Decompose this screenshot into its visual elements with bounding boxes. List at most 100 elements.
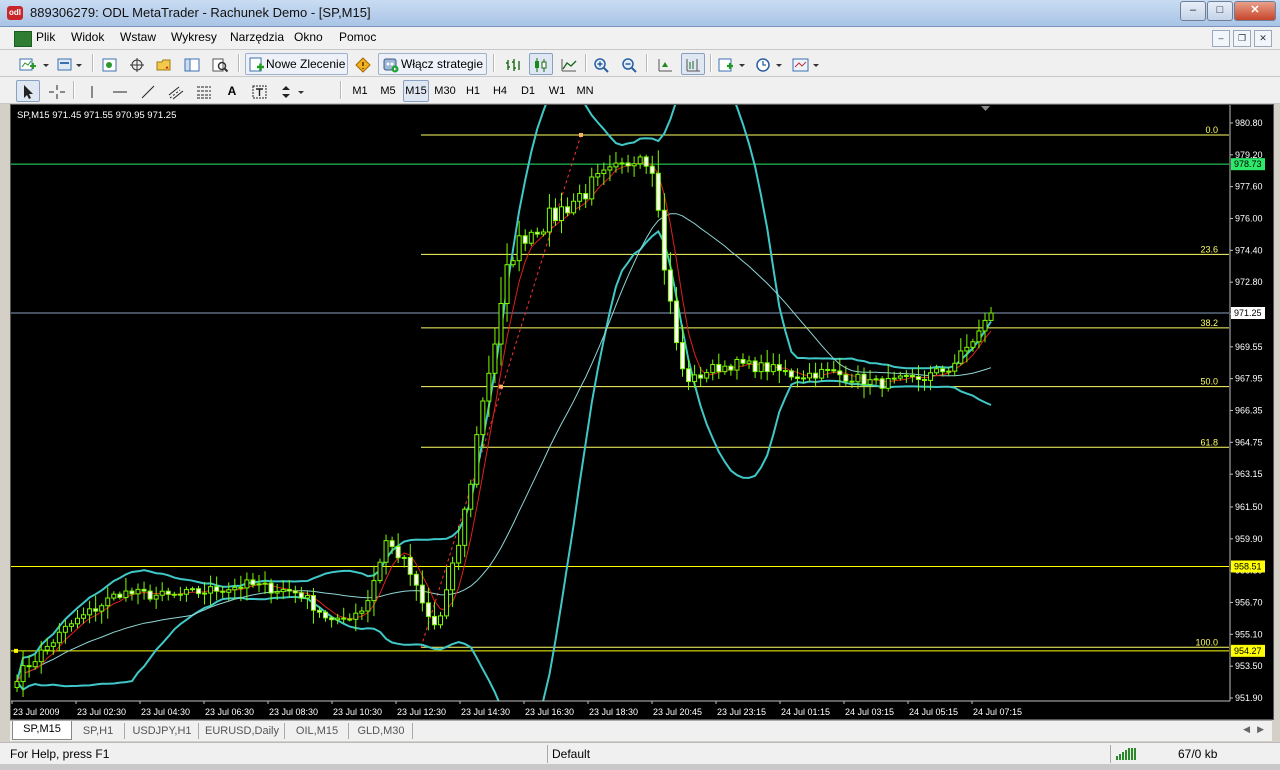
candle-body: [286, 588, 292, 592]
connection-status-icon[interactable]: [1116, 748, 1140, 760]
candle-body: [365, 600, 371, 612]
indicators-button[interactable]: [716, 53, 750, 75]
mdi-restore-button[interactable]: ❐: [1233, 30, 1251, 47]
menu-narzedzia[interactable]: Narzędzia: [230, 30, 284, 44]
horizontal-line-button[interactable]: [108, 80, 132, 102]
market-watch-button[interactable]: [98, 53, 122, 75]
timeframe-mn[interactable]: MN: [572, 80, 598, 102]
navigator-button[interactable]: [125, 53, 149, 75]
vertical-line-button[interactable]: [80, 80, 104, 102]
candle-body: [855, 373, 861, 383]
candle-body: [813, 372, 819, 379]
timeframe-w1[interactable]: W1: [544, 80, 570, 102]
tab-usdjpy-h1[interactable]: USDJPY,H1: [126, 723, 199, 739]
timeframe-d1[interactable]: D1: [516, 80, 540, 102]
candle-body: [425, 602, 431, 617]
candle-body: [613, 162, 619, 168]
tabs-scroll-right-icon[interactable]: ▶: [1257, 724, 1264, 735]
candle-body: [304, 595, 310, 599]
price-chart[interactable]: 0.023.638.250.061.8100.0 980.80979.20977…: [11, 105, 1273, 719]
chart-shift-button[interactable]: [681, 53, 705, 75]
timeframe-m5[interactable]: M5: [375, 80, 401, 102]
candle-body: [196, 588, 201, 595]
maximize-button[interactable]: □: [1207, 1, 1233, 21]
timeframe-h4[interactable]: H4: [488, 80, 512, 102]
timeframe-m15[interactable]: M15: [403, 80, 429, 102]
timeframe-m30[interactable]: M30: [431, 80, 459, 102]
hline-anchor[interactable]: [14, 648, 18, 653]
candle-body: [383, 540, 389, 563]
equidistant-channel-button[interactable]: [164, 80, 188, 102]
candle-body: [522, 235, 528, 244]
mdi-minimize-button[interactable]: –: [1212, 30, 1230, 47]
candle-body: [970, 341, 976, 348]
fibonacci-button[interactable]: [192, 80, 216, 102]
auto-scroll-button[interactable]: [653, 53, 677, 75]
text-tool-button[interactable]: A: [220, 80, 244, 102]
time-tick-label: 23 Jul 08:30: [269, 707, 318, 717]
zoom-in-button[interactable]: [590, 53, 614, 75]
new-chart-button[interactable]: [16, 53, 58, 75]
candle-body: [982, 319, 988, 332]
data-window-button[interactable]: [152, 53, 176, 75]
candlestick-chart-button[interactable]: [529, 53, 553, 75]
fib-level-label: 61.8: [1200, 437, 1218, 447]
metaeditor-button[interactable]: [351, 53, 375, 75]
line-chart-button[interactable]: [557, 53, 581, 75]
new-order-button[interactable]: Nowe Zlecenie: [245, 53, 348, 75]
menu-okno[interactable]: Okno: [294, 30, 323, 44]
profiles-button[interactable]: [54, 53, 90, 75]
metatrader-app-icon[interactable]: odl: [7, 6, 23, 20]
fib-anchor-mid[interactable]: [499, 384, 503, 389]
chart-shift-marker[interactable]: [981, 106, 990, 111]
mdi-close-button[interactable]: ✕: [1254, 30, 1272, 47]
menu-wstaw[interactable]: Wstaw: [120, 30, 156, 44]
tabs-scroll-left-icon[interactable]: ◀: [1243, 724, 1250, 735]
price-tick-label: 966.35: [1235, 406, 1263, 416]
candle-body: [50, 642, 56, 647]
arrows-button[interactable]: [276, 80, 312, 102]
candle-body: [583, 193, 589, 200]
fibonacci-retracement[interactable]: 0.0 23.6 38.2 50.0 61.8 100.0: [14, 125, 1229, 653]
channel-icon: [168, 86, 184, 100]
chart-area[interactable]: 0.0 23.6 38.2 50.0 61.8 100.0 980.80 979.20 977…: [10, 104, 1274, 720]
zoom-out-button[interactable]: [618, 53, 642, 75]
fib-anchor-top[interactable]: [579, 132, 583, 137]
tab-eurusd-daily[interactable]: EURUSD,Daily: [200, 723, 285, 739]
cursor-tool-button[interactable]: [16, 80, 40, 102]
status-profile: Default: [552, 747, 591, 761]
bar-chart-button[interactable]: [501, 53, 525, 75]
bollinger-bands: [16, 105, 992, 719]
crosshair-tool-button[interactable]: [45, 80, 69, 102]
time-tick-label: 23 Jul 02:30: [77, 707, 126, 717]
candle-body: [14, 681, 20, 689]
terminal-button[interactable]: [180, 53, 204, 75]
candle-body: [625, 162, 631, 167]
candle-body: [444, 589, 450, 617]
strategy-tester-button[interactable]: [208, 53, 232, 75]
timeframe-m1[interactable]: M1: [347, 80, 373, 102]
text-label-button[interactable]: [248, 80, 272, 102]
close-button[interactable]: ✕: [1234, 1, 1276, 21]
chart-window-icon[interactable]: [14, 31, 32, 47]
candle-body: [462, 508, 468, 546]
tab-oil-m15[interactable]: OIL,M15: [286, 723, 349, 739]
candle-body: [922, 378, 927, 381]
menu-widok[interactable]: Widok: [71, 30, 104, 44]
menu-plik[interactable]: Plik: [36, 30, 55, 44]
diamond-warning-icon: [355, 57, 371, 73]
candle-body: [250, 579, 256, 586]
tab-sp-m15[interactable]: SP,M15: [12, 721, 72, 740]
time-tick-label: 23 Jul 12:30: [397, 707, 446, 717]
menu-wykresy[interactable]: Wykresy: [171, 30, 217, 44]
trendline-button[interactable]: [136, 80, 160, 102]
expert-advisors-button[interactable]: Włącz strategie: [378, 53, 487, 75]
minimize-button[interactable]: –: [1180, 1, 1206, 21]
timeframe-h1[interactable]: H1: [461, 80, 485, 102]
menu-pomoc[interactable]: Pomoc: [339, 30, 376, 44]
tab-gld-m30[interactable]: GLD,M30: [350, 723, 413, 739]
periods-button[interactable]: [752, 53, 788, 75]
magnifier-document-icon: [212, 58, 229, 73]
tab-sp-h1[interactable]: SP,H1: [72, 723, 125, 739]
templates-button[interactable]: [790, 53, 824, 75]
